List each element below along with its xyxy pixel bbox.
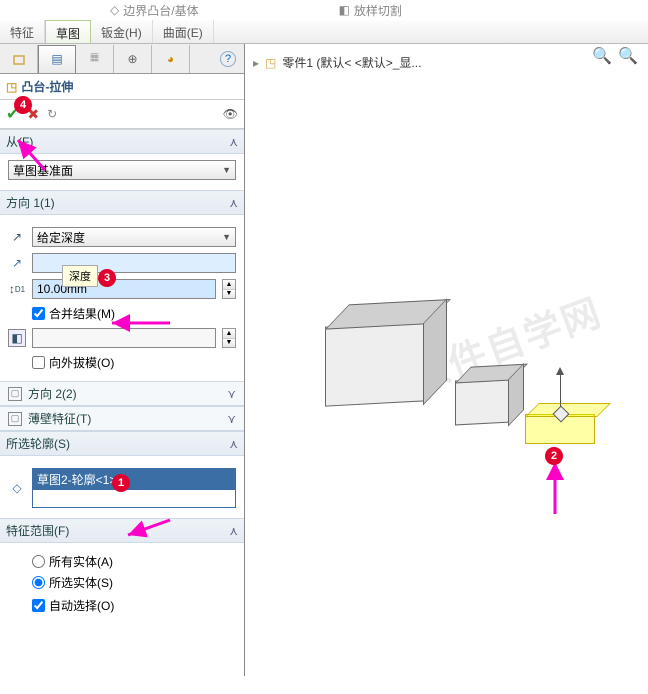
target-icon: ⊕ (127, 52, 137, 66)
end-condition-value: 给定深度 (37, 229, 85, 246)
pm-tab-dimxpert[interactable]: ⊕ (114, 45, 152, 73)
collapse-icon: ⋏ (229, 135, 238, 149)
end-condition-combo[interactable]: 给定深度 ▼ (32, 227, 236, 247)
top-ribbon-disabled: ◇ 边界凸台/基体 ◧ 放样切割 (0, 0, 648, 20)
extrude-icon: ◳ (6, 80, 17, 94)
expand-icon: ⋎ (227, 412, 236, 426)
tab-feature[interactable]: 特征 (0, 20, 45, 43)
cmd-label: 放样切割 (354, 2, 402, 19)
scope-auto-checkbox[interactable] (32, 599, 45, 612)
chevron-down-icon: ▼ (222, 165, 231, 175)
scope-selected-label: 所选实体(S) (49, 574, 113, 591)
draft-angle-input[interactable] (32, 328, 216, 348)
section-dir2-header[interactable]: ▢ 方向 2(2) ⋎ (0, 381, 244, 406)
config-icon: 𝄜 (90, 51, 98, 66)
section-thin-label: 薄壁特征(T) (28, 410, 91, 427)
section-scope-header[interactable]: 特征范围(F) ⋏ (0, 518, 244, 543)
pm-tab-strip: ▤ 𝄜 ⊕ ◕ ? (0, 44, 244, 74)
from-combo[interactable]: 草图基准面 ▼ (8, 160, 236, 180)
collapse-icon: ⋏ (229, 437, 238, 451)
reverse-direction-button[interactable]: ↗ (8, 228, 26, 246)
draft-button[interactable]: ◧ (8, 329, 26, 347)
merge-result-label: 合并结果(M) (49, 305, 115, 322)
section-contours-header[interactable]: 所选轮廓(S) ⋏ (0, 431, 244, 456)
section-dir1-label: 方向 1(1) (6, 194, 55, 211)
help-icon[interactable]: ? (220, 51, 236, 67)
section-scope-body: 所有实体(A) 所选实体(S) 自动选择(O) (0, 543, 244, 624)
scope-all-radio[interactable] (32, 555, 45, 568)
scope-auto-label: 自动选择(O) (49, 597, 114, 614)
annotation-2: 2 (545, 447, 563, 465)
collapse-icon: ⋏ (229, 196, 238, 210)
section-thin-header[interactable]: ▢ 薄壁特征(T) ⋎ (0, 406, 244, 431)
section-from-body: 草图基准面 ▼ (0, 154, 244, 190)
section-contours-label: 所选轮廓(S) (6, 435, 70, 452)
cmd-label: 边界凸台/基体 (123, 2, 198, 19)
draft-outward-checkbox[interactable] (32, 356, 45, 369)
cmd-loft-cut: ◧ 放样切割 (333, 2, 408, 19)
draft-outward-label: 向外拔模(O) (49, 354, 114, 371)
cmd-boundary-boss: ◇ 边界凸台/基体 (104, 2, 205, 19)
contour-selector-icon: ◇ (8, 479, 26, 497)
depth-tooltip: 深度 (62, 265, 98, 287)
pin-button[interactable]: ↻ (47, 107, 57, 121)
draft-spinner[interactable]: ▲▼ (222, 328, 236, 348)
tab-surface[interactable]: 曲面(E) (153, 20, 214, 43)
annotation-arrows (245, 44, 645, 694)
property-manager-panel: ▤ 𝄜 ⊕ ◕ ? ◳ 凸台-拉伸 ✔ ✖ ↻ 👁 4 从(F) ⋏ 草图基准面… (0, 44, 245, 676)
command-tab-bar: 特征 草图 钣金(H) 曲面(E) (0, 20, 648, 44)
palette-icon: ◕ (167, 52, 174, 66)
spinner-down[interactable]: ▼ (223, 339, 235, 348)
feature-tree-icon (11, 51, 27, 67)
graphics-viewport[interactable]: 🔍 🔍 ▸ ◳ 零件1 (默认< <默认>_显... 软件自学网 2 (245, 44, 648, 676)
pm-tab-feature-tree[interactable] (0, 45, 38, 73)
pm-tab-config[interactable]: 𝄜 (76, 45, 114, 73)
depth-input[interactable] (32, 279, 216, 299)
section-dir1-header[interactable]: 方向 1(1) ⋏ (0, 190, 244, 215)
depth-icon: ↕D1 (8, 280, 26, 298)
expand-icon: ⋎ (227, 387, 236, 401)
collapse-icon: ⋏ (229, 524, 238, 538)
tab-sketch[interactable]: 草图 (45, 20, 91, 43)
spinner-up[interactable]: ▲ (223, 329, 235, 339)
pm-tab-property[interactable]: ▤ (38, 45, 76, 73)
feature-header: ◳ 凸台-拉伸 (0, 74, 244, 100)
section-from-label: 从(F) (6, 133, 33, 150)
scope-all-label: 所有实体(A) (49, 553, 113, 570)
from-value: 草图基准面 (13, 162, 73, 179)
direction-vector-icon[interactable]: ↗ (8, 254, 26, 272)
merge-result-checkbox[interactable] (32, 307, 45, 320)
annotation-3: 3 (98, 269, 116, 287)
pm-tab-appearance[interactable]: ◕ (152, 45, 190, 73)
cube-icon: ◇ (110, 3, 119, 17)
depth-spinner[interactable]: ▲▼ (222, 279, 236, 299)
checkbox-icon: ▢ (8, 412, 22, 426)
property-icon: ▤ (51, 52, 62, 66)
annotation-1: 1 (112, 474, 130, 492)
section-from-header[interactable]: 从(F) ⋏ (0, 129, 244, 154)
section-dir1-body: ↗ 给定深度 ▼ ↗ 深度 ↕D1 ▲▼ 3 合并结果(M) (0, 215, 244, 381)
tab-sheetmetal[interactable]: 钣金(H) (91, 20, 153, 43)
contour-item[interactable]: 草图2-轮廓<1> (33, 469, 235, 490)
chevron-down-icon: ▼ (222, 232, 231, 242)
spinner-down[interactable]: ▼ (223, 290, 235, 299)
scope-selected-radio[interactable] (32, 576, 45, 589)
checkbox-icon: ▢ (8, 387, 22, 401)
section-scope-label: 特征范围(F) (6, 522, 69, 539)
selected-contours-list[interactable]: 草图2-轮廓<1> (32, 468, 236, 508)
feature-title: 凸台-拉伸 (21, 78, 73, 95)
annotation-4: 4 (14, 96, 32, 114)
confirm-bar: ✔ ✖ ↻ 👁 4 (0, 100, 244, 129)
spinner-up[interactable]: ▲ (223, 280, 235, 290)
section-contours-body: ◇ 草图2-轮廓<1> 1 (0, 456, 244, 518)
section-dir2-label: 方向 2(2) (28, 385, 77, 402)
loft-icon: ◧ (339, 3, 350, 17)
preview-button[interactable]: 👁 (223, 107, 238, 121)
